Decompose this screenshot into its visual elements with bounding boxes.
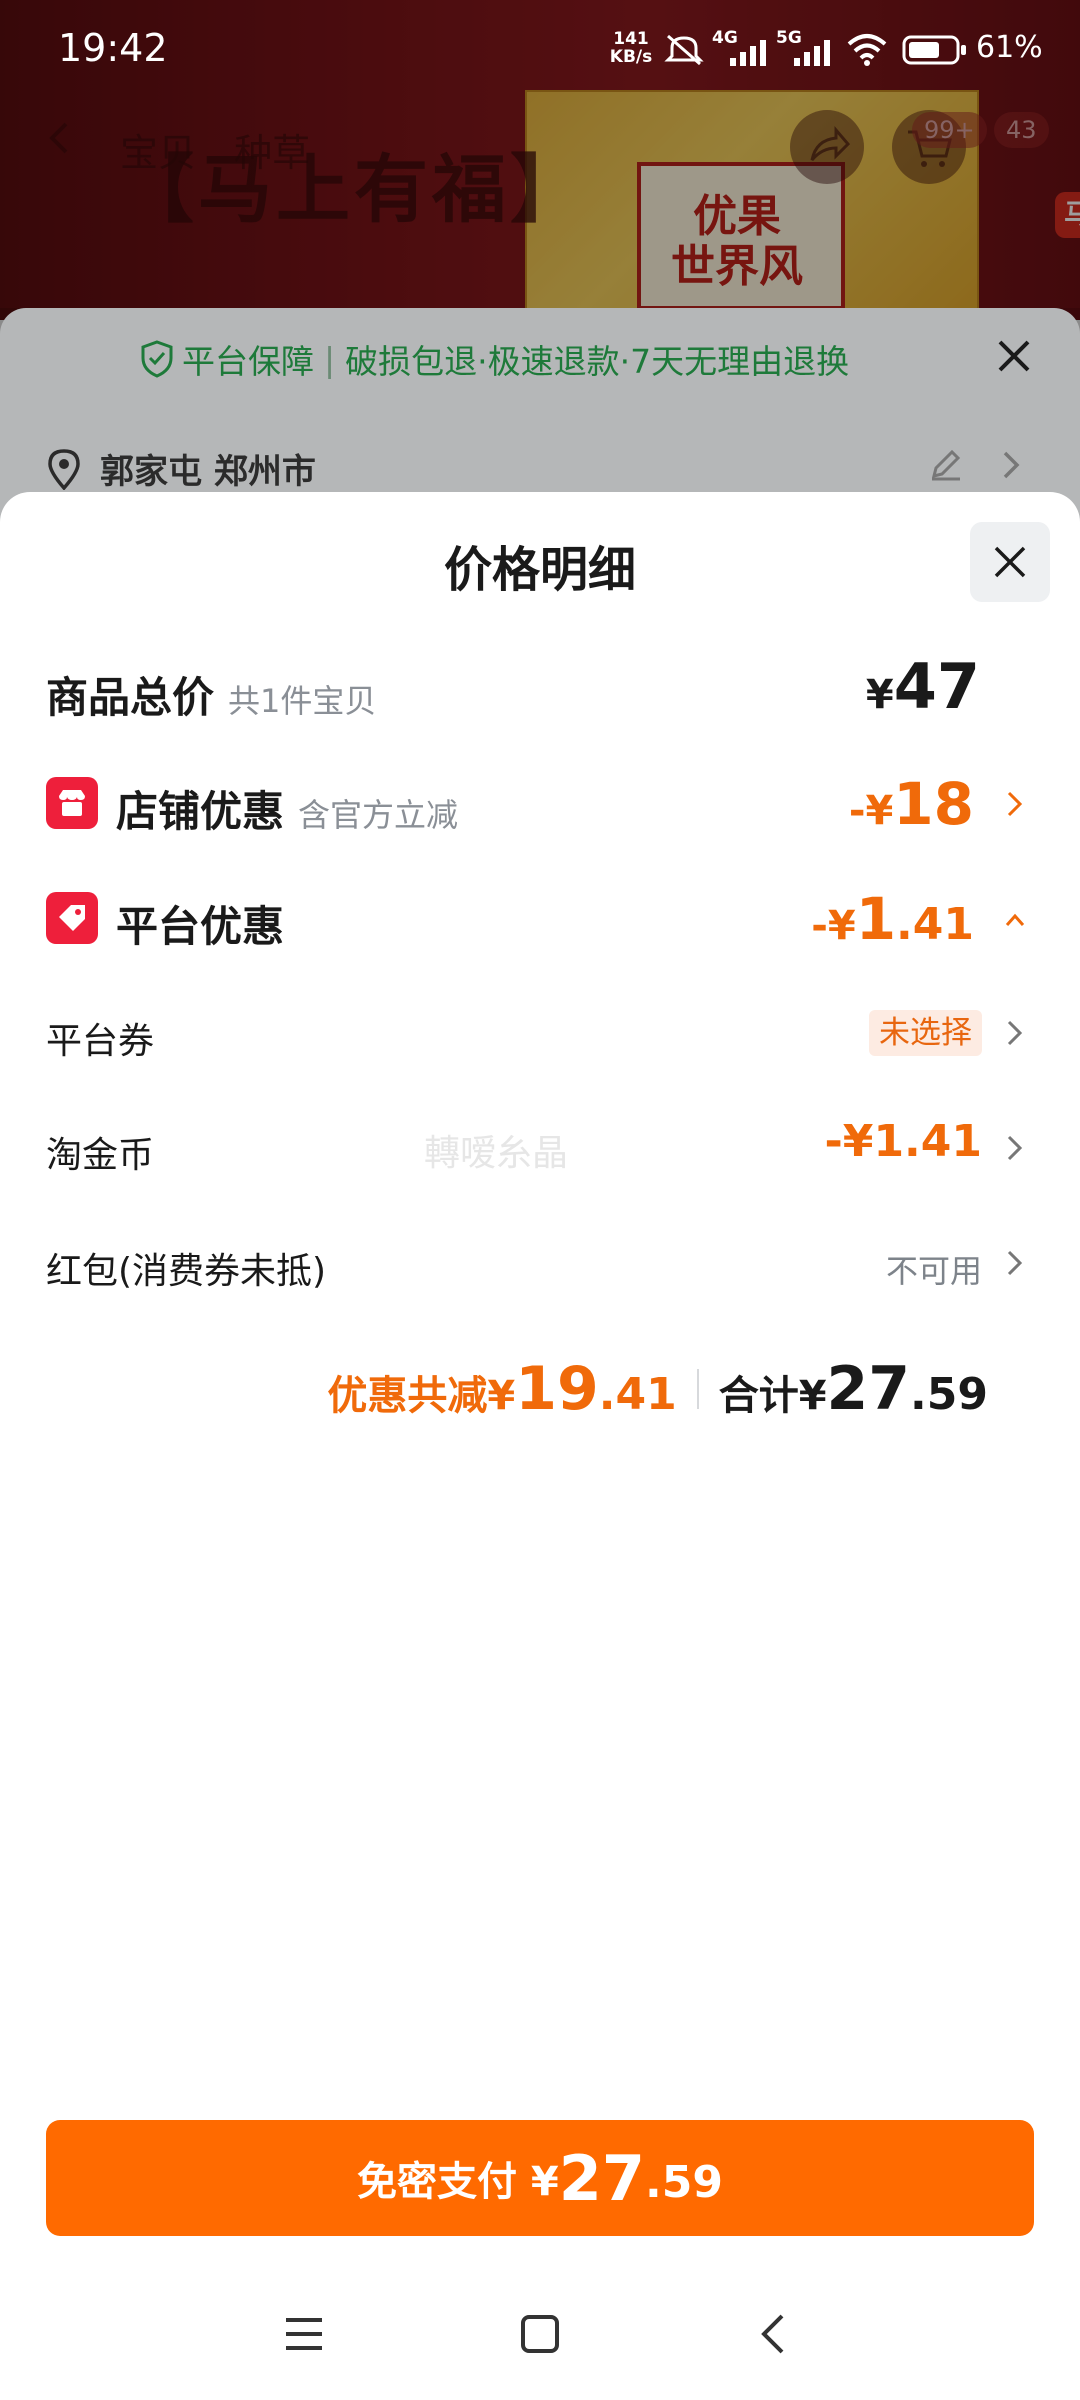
pay-button-label: 免密支付 ¥ (357, 2159, 559, 2205)
store-discount-title: 店铺优惠 (116, 787, 285, 836)
battery-percent: 61% (976, 30, 1043, 65)
speed-unit: KB/s (609, 47, 653, 67)
shield-check-icon (141, 340, 173, 378)
pay-button[interactable]: 免密支付 ¥ 27 .59 (46, 2120, 1034, 2236)
edit-icon[interactable] (928, 446, 964, 482)
discount-prefix: 优惠共减¥ (327, 1373, 516, 1419)
network-speed: 141 KB/s (604, 30, 658, 66)
wifi-icon (847, 34, 887, 66)
total-int: 27 (826, 1354, 911, 1424)
status-bar: 19:42 141 KB/s 4G 5G 61% (0, 0, 1080, 96)
signal-icon-1 (730, 40, 766, 66)
pay-amount-int: 27 (558, 2141, 646, 2215)
red-packet-label: 红包(消费券未抵) (46, 1251, 327, 1292)
platform-discount-int: 1 (855, 885, 897, 953)
platform-discount-value[interactable]: -¥1.41 (811, 885, 974, 953)
currency-symbol: -¥ (824, 1116, 874, 1167)
price-summary: 优惠共减¥ 19 .41 合计¥ 27 .59 (327, 1354, 988, 1424)
currency-symbol: ¥ (865, 672, 894, 718)
pay-amount-dec: .59 (645, 2157, 723, 2208)
coins-value[interactable]: -¥1.41 (825, 1116, 982, 1167)
delivery-address[interactable]: 郭家屯 郑州市 (46, 444, 316, 493)
total-prefix: 合计¥ (718, 1373, 827, 1419)
menu-icon[interactable] (284, 2316, 324, 2352)
platform-discount-label: 平台优惠 (116, 902, 285, 951)
chevron-right-icon[interactable] (1004, 1247, 1026, 1279)
signal-icon-2 (794, 40, 830, 66)
chevron-right-icon[interactable] (1000, 448, 1022, 482)
red-packet-status[interactable]: 不可用 (886, 1246, 982, 1292)
battery-icon (902, 35, 966, 65)
currency-symbol: -¥ (848, 788, 894, 834)
sheet-title: 价格明细 (443, 542, 636, 598)
platform-guarantee-bar: 平台保障 | 破损包退·极速退款·7天无理由退换 (140, 334, 849, 384)
guarantee-title: 平台保障 (182, 342, 314, 381)
speed-value: 141 (613, 29, 649, 49)
platform-discount-dec: .41 (896, 899, 974, 950)
status-time: 19:42 (58, 26, 168, 70)
system-nav-bar (0, 2290, 1080, 2400)
guarantee-divider: | (324, 339, 336, 379)
platform-coupon-label: 平台券 (46, 1021, 155, 1062)
mute-icon (664, 34, 704, 66)
goods-total-value: ¥47 (866, 650, 980, 723)
coins-amount: 1.41 (873, 1116, 982, 1167)
store-discount-value[interactable]: -¥18 (849, 770, 974, 838)
store-discount-amount: 18 (893, 770, 974, 838)
goods-total-count: 共1件宝贝 (228, 682, 377, 720)
home-icon[interactable] (520, 2314, 560, 2354)
close-icon[interactable] (994, 336, 1034, 376)
chevron-right-icon[interactable] (1004, 1132, 1026, 1164)
discount-int: 19 (515, 1354, 599, 1424)
chevron-up-icon[interactable] (1004, 904, 1026, 936)
discount-dec: .41 (598, 1369, 677, 1420)
chevron-right-icon[interactable] (1004, 788, 1026, 820)
platform-coupon-status[interactable]: 未选择 (869, 1010, 982, 1056)
close-icon (994, 546, 1026, 578)
address-text: 郭家屯 郑州市 (100, 452, 316, 492)
location-pin-icon (48, 448, 80, 490)
coins-label: 淘金币 (46, 1135, 155, 1176)
watermark-text: 轉嗳糸晶 (424, 1133, 569, 1174)
goods-total-label: 商品总价 共1件宝贝 (46, 664, 376, 725)
chevron-right-icon[interactable] (1004, 1017, 1026, 1049)
summary-divider (696, 1369, 699, 1409)
sheet-close-button[interactable] (970, 522, 1050, 602)
goods-total-amount: 47 (893, 650, 980, 723)
store-discount-sub: 含官方立减 (298, 796, 459, 834)
currency-symbol: -¥ (811, 903, 856, 949)
store-discount-label: 店铺优惠 含官方立减 (116, 778, 458, 839)
guarantee-items: 破损包退·极速退款·7天无理由退换 (345, 342, 850, 381)
coupon-tag-icon (46, 892, 98, 944)
back-nav-icon[interactable] (758, 2312, 788, 2356)
goods-total-title: 商品总价 (46, 673, 215, 722)
store-icon (46, 777, 98, 829)
total-dec: .59 (910, 1369, 988, 1420)
